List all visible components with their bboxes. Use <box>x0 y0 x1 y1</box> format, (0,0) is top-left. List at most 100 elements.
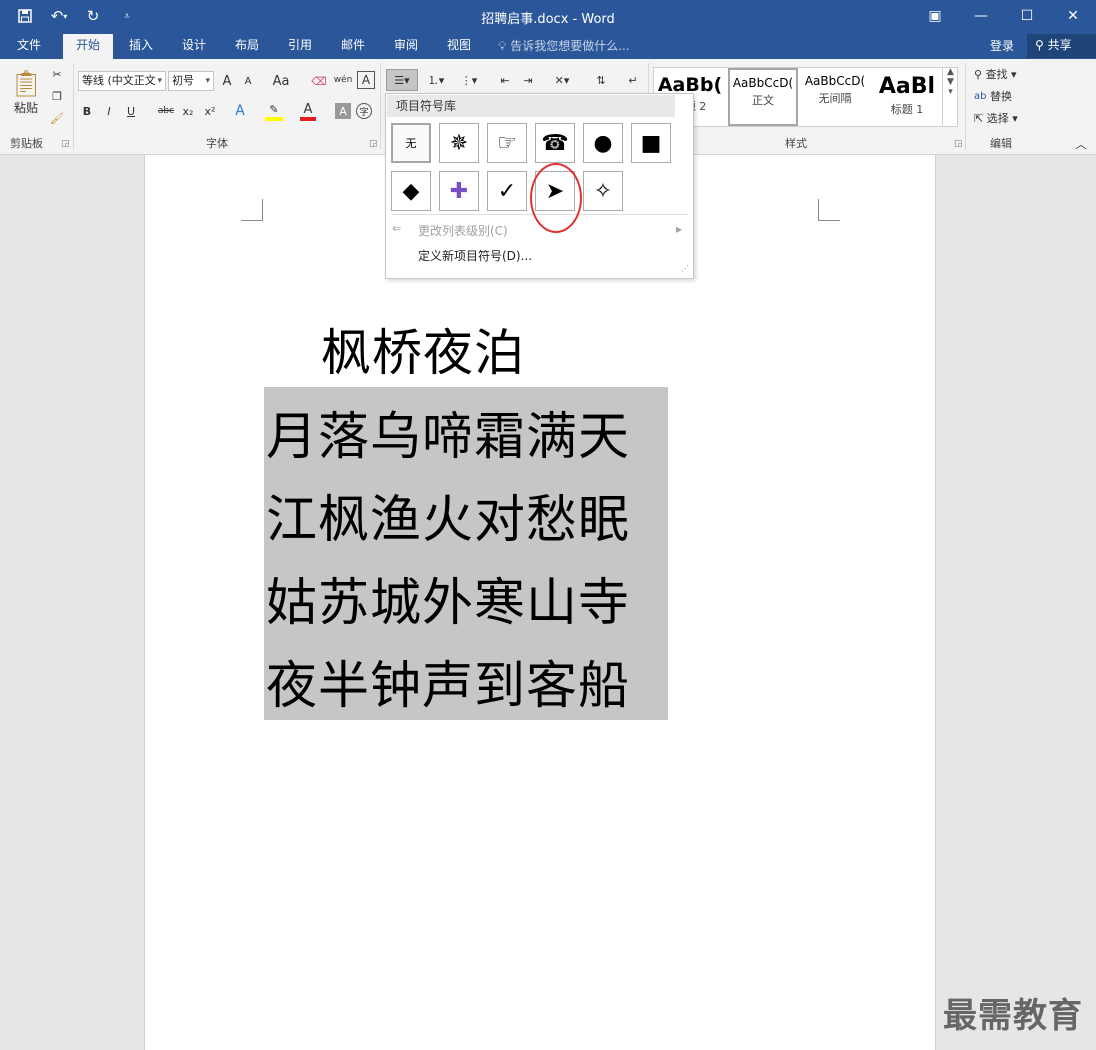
cut-icon[interactable]: ✂ <box>48 65 66 83</box>
show-marks-icon[interactable]: ↵ <box>624 69 642 91</box>
font-launcher-icon[interactable]: ◲ <box>369 139 378 149</box>
filled-square-bullet-icon[interactable]: ■ <box>631 123 671 163</box>
decrease-indent-icon[interactable]: ⇤ <box>495 69 515 91</box>
replace-button[interactable]: ab 替换 <box>974 87 1034 105</box>
tab-view[interactable]: 视图 <box>434 34 484 59</box>
style-heading-1[interactable]: AaBl 标题 1 <box>872 68 942 126</box>
tell-me-box[interactable]: 💡︎ 告诉我您想要做什么... <box>498 37 630 54</box>
copy-icon[interactable]: ❐ <box>48 87 66 105</box>
share-button[interactable]: ⚲ 共享 <box>1027 34 1096 58</box>
checkmark-bullet-icon[interactable]: ✓ <box>487 171 527 211</box>
customize-qat-icon[interactable]: ⩡ <box>112 4 142 28</box>
tab-layout[interactable]: 布局 <box>222 34 272 59</box>
tab-review[interactable]: 审阅 <box>381 34 431 59</box>
share-label: 共享 <box>1047 38 1072 52</box>
bullet-none-option[interactable]: 无 <box>391 123 431 163</box>
clear-formatting-icon[interactable]: ⌫ <box>310 71 328 91</box>
tab-design[interactable]: 设计 <box>169 34 219 59</box>
tab-home[interactable]: 开始 <box>63 34 113 59</box>
selected-poem-text[interactable]: 月落乌啼霜满天 江枫渔火对愁眠 姑苏城外寒山寺 夜半钟声到客船 <box>264 387 668 720</box>
cross-bullet-icon[interactable]: ✚ <box>439 171 479 211</box>
highlight-icon[interactable]: ✎ <box>265 101 283 121</box>
multilevel-list-button[interactable]: ⋮▾ <box>455 69 483 91</box>
poem-line[interactable]: 江枫渔火对愁眠 <box>266 478 630 552</box>
superscript-button[interactable]: x² <box>202 101 218 121</box>
grow-font-icon[interactable]: A <box>219 71 235 91</box>
style-preview: AaBbCcD( <box>804 74 866 88</box>
poem-line[interactable]: 姑苏城外寒山寺 <box>266 561 630 635</box>
numbering-button[interactable]: ⒈▾ <box>422 69 450 91</box>
filled-circle-bullet-icon[interactable]: ● <box>583 123 623 163</box>
styles-scroll[interactable]: ▲ ▼ ▾ <box>942 67 958 127</box>
select-button[interactable]: ⇱ 选择 ▾ <box>974 109 1034 127</box>
increase-indent-icon[interactable]: ⇥ <box>518 69 538 91</box>
save-icon[interactable] <box>10 4 40 28</box>
character-border-icon[interactable]: A <box>357 71 375 89</box>
style-preview: AaBbCcD( <box>732 76 794 90</box>
person-icon: ⚲ <box>1035 38 1044 52</box>
font-group-label: 字体 <box>206 137 228 150</box>
replace-label: 替换 <box>989 90 1012 103</box>
maximize-button[interactable]: ☐ <box>1004 0 1050 32</box>
subscript-button[interactable]: x₂ <box>180 101 196 121</box>
style-normal[interactable]: AaBbCcD( 正文 <box>728 68 798 126</box>
four-point-star-bullet-icon[interactable]: ✧ <box>583 171 623 211</box>
ribbon-tabs: 文件 开始 插入 设计 布局 引用 邮件 审阅 视图 💡︎ 告诉我您想要做什么.… <box>0 32 1096 59</box>
style-no-spacing[interactable]: AaBbCcD( 无间隔 <box>800 68 870 126</box>
font-name-combo[interactable]: 等线 (中文正文 <box>78 71 166 91</box>
filled-diamond-bullet-icon[interactable]: ◆ <box>391 171 431 211</box>
login-link[interactable]: 登录 <box>990 37 1014 54</box>
sort-icon[interactable]: ⇅ <box>592 69 610 91</box>
format-painter-icon[interactable]: 🖌︎ <box>48 109 66 127</box>
style-name: 正文 <box>752 94 774 107</box>
change-list-level-item: 更改列表级别(C) <box>418 224 508 238</box>
minimize-button[interactable]: — <box>958 0 1004 32</box>
tab-references[interactable]: 引用 <box>275 34 325 59</box>
clipboard-launcher-icon[interactable]: ◲ <box>61 139 70 149</box>
cursor-icon: ⇱ <box>974 111 984 125</box>
find-label: 查找 <box>985 68 1008 81</box>
styles-group-label: 样式 <box>785 137 807 150</box>
font-color-icon[interactable]: A <box>300 101 316 121</box>
document-heading[interactable]: 枫桥夜泊 <box>321 313 525 385</box>
telephone-bullet-icon[interactable]: ☎ <box>535 123 575 163</box>
undo-icon[interactable]: ↶ ▾ <box>44 4 74 28</box>
change-level-icon: ⇐ <box>392 222 402 235</box>
collapse-ribbon-icon[interactable]: ︿ <box>1074 137 1088 151</box>
title-bar: ↶ ▾ ↻ ⩡ 招聘启事.docx - Word ▣ — ☐ ✕ <box>0 0 1096 32</box>
submenu-arrow-icon: ▸ <box>676 222 683 236</box>
bullets-button[interactable]: ☰▾ <box>386 69 418 91</box>
find-button[interactable]: ⚲ 查找 ▾ <box>974 65 1034 83</box>
underline-button[interactable]: U <box>124 101 138 121</box>
paste-button[interactable]: 📋︎ 粘贴 <box>8 63 44 121</box>
resize-grip-icon[interactable]: ⋰ <box>681 264 689 273</box>
character-shading-icon[interactable]: A <box>335 103 351 119</box>
bold-button[interactable]: B <box>80 101 94 121</box>
quick-access-toolbar: ↶ ▾ ↻ ⩡ <box>10 4 142 28</box>
change-case-button[interactable]: Aa <box>268 71 294 91</box>
tab-mailings[interactable]: 邮件 <box>328 34 378 59</box>
chinese-layout-icon[interactable]: ✕▾ <box>548 69 576 91</box>
pointing-hand-bullet-icon[interactable]: ☞ <box>487 123 527 163</box>
clipboard-icon: 📋︎ <box>9 68 43 99</box>
poem-line[interactable]: 夜半钟声到客船 <box>266 644 630 718</box>
document-page[interactable]: 枫桥夜泊 月落乌啼霜满天 江枫渔火对愁眠 姑苏城外寒山寺 夜半钟声到客船 <box>144 155 936 1050</box>
ribbon-display-options-icon[interactable]: ▣ <box>912 0 958 32</box>
italic-button[interactable]: I <box>102 101 116 121</box>
phonetic-guide-icon[interactable]: wén <box>333 69 353 91</box>
tab-insert[interactable]: 插入 <box>116 34 166 59</box>
enclose-character-icon[interactable]: 字 <box>356 103 372 119</box>
font-size-combo[interactable]: 初号 <box>168 71 214 91</box>
shrink-font-icon[interactable]: A <box>240 71 256 91</box>
tab-file[interactable]: 文件 <box>0 34 58 59</box>
close-button[interactable]: ✕ <box>1050 0 1096 32</box>
redo-icon[interactable]: ↻ <box>78 4 108 28</box>
starburst-bullet-icon[interactable]: ✵ <box>439 123 479 163</box>
group-divider <box>380 63 381 149</box>
replace-icon: ab <box>974 90 987 102</box>
poem-line[interactable]: 月落乌啼霜满天 <box>266 395 630 469</box>
define-new-bullet-item[interactable]: 定义新项目符号(D)... <box>418 247 532 264</box>
text-effects-icon[interactable]: A <box>232 101 248 121</box>
strikethrough-button[interactable]: abc <box>156 101 176 121</box>
styles-launcher-icon[interactable]: ◲ <box>954 139 963 149</box>
